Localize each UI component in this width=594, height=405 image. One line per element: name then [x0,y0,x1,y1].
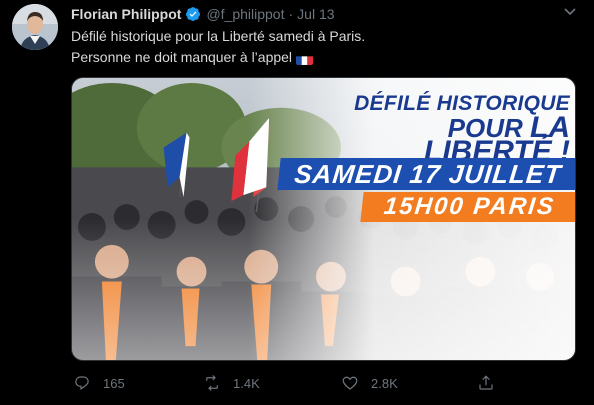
tweet[interactable]: Florian Philippot @f_philippot · Jul 13 … [0,0,594,405]
verified-badge-icon [185,6,201,22]
like-button[interactable]: 2.8K [341,372,398,394]
retweet-icon [206,375,218,391]
tweet-media-image[interactable]: DÉFILÉ HISTORIQUE POUR LA LIBERTÉ ! SAME… [71,77,576,361]
retweet-button[interactable]: 1.4K [203,372,260,394]
poster-date-banner: SAMEDI 17 JUILLET [277,158,575,190]
poster-time-banner: 15H00 PARIS [360,192,575,222]
reply-button[interactable]: 165 [73,372,125,394]
avatar[interactable] [12,4,58,50]
tweet-text-line-1: Défilé historique pour la Liberté samedi… [71,28,366,44]
tweet-text: Défilé historique pour la Liberté samedi… [71,26,365,68]
like-icon [342,376,358,390]
french-flag-icon [296,53,314,65]
author-handle[interactable]: @f_philippot [206,6,284,22]
tweet-date[interactable]: Jul 13 [297,6,334,22]
author-name[interactable]: Florian Philippot [71,6,181,22]
reply-icon [75,376,89,391]
retweet-count: 1.4K [233,375,260,391]
share-button[interactable] [477,372,495,394]
reply-count: 165 [103,375,125,391]
tweet-actions: 165 1.4K 2.8K [71,372,551,394]
tweet-header: Florian Philippot @f_philippot · Jul 13 [71,5,335,23]
poster-title-line-2: POUR LA LIBERTÉ ! [320,113,570,167]
poster-title: DÉFILÉ HISTORIQUE POUR LA LIBERTÉ ! [320,92,570,167]
separator-dot: · [288,6,294,22]
like-count: 2.8K [371,375,398,391]
share-icon [479,375,493,390]
tweet-text-line-2: Personne ne doit manquer à l’appel [71,49,293,65]
tweet-text-line-2-wrapper: Personne ne doit manquer à l’appel [71,47,365,68]
chevron-down-icon[interactable] [560,3,580,21]
